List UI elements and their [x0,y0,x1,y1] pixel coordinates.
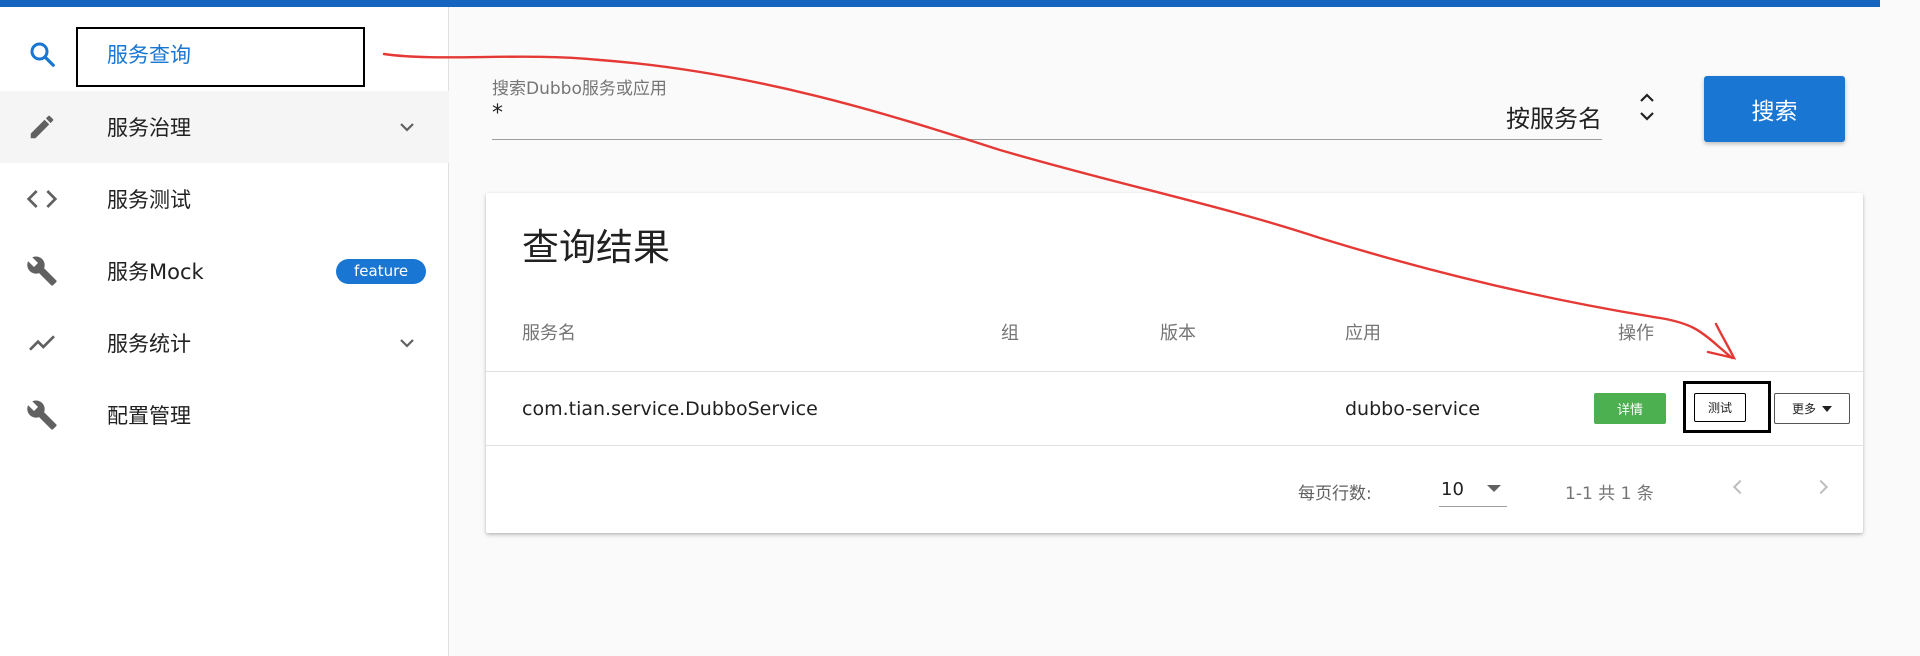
trending-up-icon [24,325,60,361]
chevron-down-icon[interactable] [395,331,419,355]
code-icon [24,181,60,217]
cell-application: dubbo-service [1345,398,1481,420]
test-button[interactable]: 测试 [1694,393,1746,422]
search-icon [24,36,60,72]
select-arrows-icon[interactable] [1636,89,1658,125]
column-header-service[interactable]: 服务名 [522,319,576,345]
top-app-bar [449,0,1880,7]
cell-service-name: com.tian.service.DubboService [522,398,818,420]
detail-button[interactable]: 详情 [1594,393,1666,424]
rows-per-page-label: 每页行数: [1298,484,1372,504]
column-header-version[interactable]: 版本 [1160,319,1196,345]
header-divider [486,371,1863,372]
column-header-actions: 操作 [1618,323,1654,344]
caret-down-icon [1822,405,1832,412]
chevron-right-icon[interactable] [1808,472,1838,502]
search-field-label: 搜索Dubbo服务或应用 [492,79,667,99]
rows-per-page-value: 10 [1441,479,1464,500]
sidebar-item-config-management[interactable]: 配置管理 [0,379,449,451]
sidebar-item-service-mock[interactable]: 服务Mock feature [0,235,449,307]
sidebar-item-service-governance[interactable]: 服务治理 [0,91,449,163]
sidebar: 服务查询 服务治理 服务测试 服务Mock feature 服务统计 配置管理 [0,0,449,656]
search-mode-select[interactable]: 按服务名 [1506,99,1602,134]
caret-down-icon [1487,485,1501,492]
results-title: 查询结果 [522,226,670,269]
feature-badge: feature [336,258,427,284]
column-header-group[interactable]: 组 [1001,319,1019,345]
search-underline [492,139,1602,140]
chevron-left-icon[interactable] [1723,472,1753,502]
pencil-icon [24,109,60,145]
search-button[interactable]: 搜索 [1704,76,1845,142]
rows-per-page-select[interactable]: 10 [1439,471,1507,507]
annotation-highlight-box [76,27,365,87]
sidebar-item-label: 配置管理 [107,404,191,428]
wrench-icon [24,253,60,289]
more-button-label: 更多 [1791,402,1816,416]
sidebar-item-label: 服务治理 [107,116,191,140]
sidebar-item-label: 服务Mock [107,260,204,284]
row-divider [486,445,1863,446]
results-card: 查询结果 服务名 组 版本 应用 操作 com.tian.service.Dub… [486,193,1863,533]
sidebar-item-service-test[interactable]: 服务测试 [0,163,449,235]
more-button[interactable]: 更多 [1774,393,1850,424]
column-header-application[interactable]: 应用 [1345,319,1381,345]
sidebar-item-service-stats[interactable]: 服务统计 [0,307,449,379]
wrench-icon [24,397,60,433]
sidebar-item-label: 服务统计 [107,332,191,356]
search-input[interactable]: * [492,101,503,126]
sidebar-item-label: 服务测试 [107,188,191,212]
pagination-range: 1-1 共 1 条 [1565,484,1654,504]
sidebar-top-bar [0,0,449,7]
chevron-down-icon[interactable] [395,115,419,139]
